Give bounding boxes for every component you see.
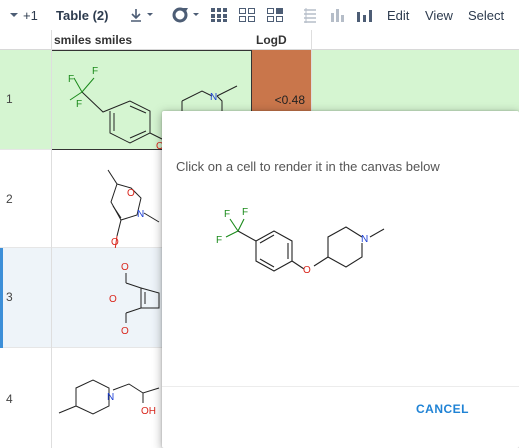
edit-menu[interactable]: Edit [387, 0, 409, 30]
row-number: 4 [6, 392, 13, 406]
row-number: 3 [6, 290, 13, 304]
render-molecule-dialog: Click on a cell to render it in the canv… [162, 111, 519, 448]
molecule-canvas[interactable]: F F F O N [176, 181, 506, 381]
nitrogen-label: N [137, 209, 144, 220]
nitrogen-label: N [361, 234, 368, 245]
column-chart-icon[interactable] [329, 0, 345, 30]
grid-alt-icon[interactable] [266, 0, 284, 30]
fluorine-label: F [92, 66, 98, 77]
bar-chart-icon[interactable] [356, 0, 374, 30]
fluorine-label: F [216, 235, 222, 246]
oxygen-label: O [121, 326, 129, 337]
column-header-row: smiles smiles LogD [0, 30, 519, 50]
fluorine-label: F [68, 74, 74, 85]
molecule-structure: F F F O N [216, 207, 385, 276]
download-icon[interactable] [130, 0, 154, 30]
fluorine-label: F [76, 99, 82, 110]
fluorine-label: F [224, 209, 230, 220]
grid-view-icon[interactable] [210, 0, 228, 30]
cancel-button[interactable]: CANCEL [416, 402, 469, 416]
grid-outline-icon[interactable] [238, 0, 256, 30]
view-menu[interactable]: View [425, 0, 453, 30]
column-header-logd[interactable]: LogD [256, 33, 287, 47]
chevron-down-icon[interactable] [9, 0, 19, 30]
list-icon[interactable] [302, 0, 318, 30]
refresh-icon[interactable] [171, 0, 201, 30]
add-one-button[interactable]: +1 [23, 0, 38, 30]
column-header-smiles[interactable]: smiles smiles [54, 33, 132, 47]
hydroxyl-label: OH [141, 406, 156, 417]
dialog-divider [162, 386, 519, 387]
column-divider [51, 30, 52, 448]
oxygen-label: O [111, 237, 119, 248]
toolbar: +1 Table (2) Edit View Select [0, 0, 519, 30]
select-menu[interactable]: Select [468, 0, 504, 30]
nitrogen-label: N [107, 392, 114, 403]
oxygen-label: O [303, 265, 311, 276]
dialog-message: Click on a cell to render it in the canv… [176, 159, 440, 174]
oxygen-label: O [127, 188, 135, 199]
row-number: 2 [6, 192, 13, 206]
fluorine-label: F [242, 207, 248, 218]
table-title[interactable]: Table (2) [56, 0, 109, 30]
nitrogen-label: N [210, 92, 217, 103]
oxygen-label: O [109, 294, 117, 305]
current-row-marker [0, 248, 3, 348]
oxygen-label: O [121, 262, 129, 273]
row-number: 1 [6, 92, 13, 106]
